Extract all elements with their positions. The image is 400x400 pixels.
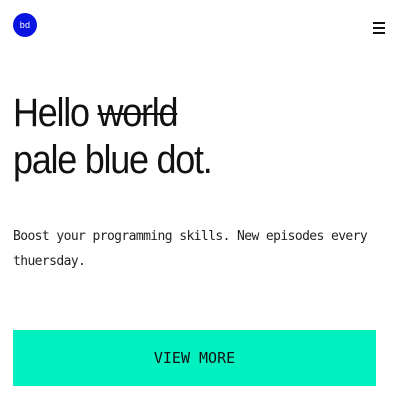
headline-line-2: pale blue dot. [13, 138, 213, 182]
menu-bar-top [373, 22, 385, 24]
hero-description: Boost your programming skills. New episo… [13, 229, 368, 269]
view-more-button[interactable]: VIEW MORE [13, 330, 376, 386]
menu-bar-middle [373, 27, 385, 29]
headline-struck-word: world [97, 91, 178, 135]
hamburger-menu-icon[interactable] [373, 22, 385, 36]
menu-bar-bottom [373, 32, 385, 34]
hero-headline: Hello world pale blue dot. [13, 90, 213, 184]
headline-line-1: Hello world [13, 90, 212, 137]
logo-badge[interactable]: bd [13, 13, 37, 37]
headline-greeting: Hello [13, 91, 90, 135]
